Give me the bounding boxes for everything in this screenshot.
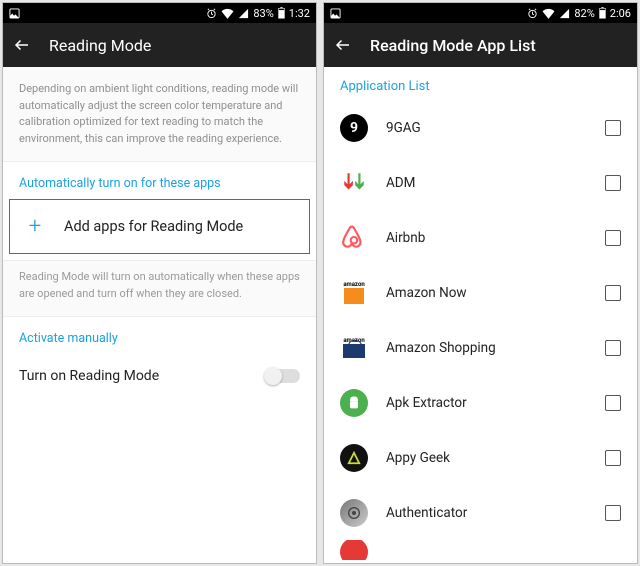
battery-text: 83% [253, 7, 273, 20]
clock-text: 2:06 [610, 7, 631, 20]
app-icon-amazon-now: amazon [340, 279, 368, 307]
app-icon-9gag: 9 [340, 114, 368, 142]
back-icon[interactable] [334, 36, 352, 54]
toggle-switch[interactable] [266, 369, 300, 383]
wifi-icon [221, 8, 234, 19]
app-icon-partial [340, 540, 368, 560]
add-apps-row[interactable]: + Add apps for Reading Mode [9, 199, 310, 254]
app-checkbox[interactable] [605, 120, 621, 136]
battery-icon [599, 7, 606, 19]
auto-sub-description: Reading Mode will turn on automatically … [3, 260, 316, 317]
reading-mode-description: Depending on ambient light conditions, r… [3, 67, 316, 162]
app-label: Airbnb [386, 230, 587, 246]
app-bar: Reading Mode [3, 23, 316, 67]
battery-icon [278, 7, 285, 19]
phone-left: 83% 1:32 Reading Mode Depending on ambie… [2, 2, 317, 564]
app-checkbox[interactable] [605, 450, 621, 466]
signal-icon [559, 8, 570, 19]
page-title: Reading Mode App List [370, 36, 536, 55]
content: Depending on ambient light conditions, r… [3, 67, 316, 563]
auto-section-label: Automatically turn on for these apps [3, 162, 316, 199]
app-icon-airbnb [340, 224, 368, 252]
app-checkbox[interactable] [605, 285, 621, 301]
add-apps-label: Add apps for Reading Mode [64, 218, 243, 235]
wifi-icon [542, 8, 555, 19]
content: Application List 9 9GAG ADM Airbnb amazo… [324, 67, 637, 563]
alarm-icon [527, 8, 538, 19]
app-icon-amazon-shopping: amazon [340, 334, 368, 362]
app-checkbox[interactable] [605, 175, 621, 191]
app-checkbox[interactable] [605, 395, 621, 411]
app-checkbox[interactable] [605, 230, 621, 246]
app-row-partial[interactable] [324, 540, 637, 560]
app-label: Amazon Now [386, 285, 587, 301]
picture-icon [330, 8, 341, 19]
reading-mode-toggle-label: Turn on Reading Mode [19, 368, 159, 384]
app-icon-adm [340, 169, 368, 197]
picture-icon [9, 8, 20, 19]
app-row-amazon-shopping[interactable]: amazon Amazon Shopping [324, 320, 637, 375]
app-label: ADM [386, 175, 587, 191]
app-row-airbnb[interactable]: Airbnb [324, 210, 637, 265]
app-label: 9GAG [386, 120, 587, 136]
app-label: Appy Geek [386, 450, 587, 466]
battery-text: 82% [574, 7, 594, 20]
app-checkbox[interactable] [605, 505, 621, 521]
plus-icon: + [26, 214, 44, 239]
app-label: Authenticator [386, 505, 587, 521]
app-label: Amazon Shopping [386, 340, 587, 356]
status-bar: 82% 2:06 [324, 3, 637, 23]
clock-text: 1:32 [289, 7, 310, 20]
app-icon-authenticator [340, 499, 368, 527]
app-checkbox[interactable] [605, 340, 621, 356]
reading-mode-toggle-row[interactable]: Turn on Reading Mode [3, 354, 316, 398]
application-list-header: Application List [324, 67, 637, 100]
app-icon-apk-extractor [340, 389, 368, 417]
status-bar: 83% 1:32 [3, 3, 316, 23]
app-row-9gag[interactable]: 9 9GAG [324, 100, 637, 155]
back-icon[interactable] [13, 36, 31, 54]
signal-icon [238, 8, 249, 19]
app-row-adm[interactable]: ADM [324, 155, 637, 210]
app-bar: Reading Mode App List [324, 23, 637, 67]
app-row-authenticator[interactable]: Authenticator [324, 485, 637, 540]
app-label: Apk Extractor [386, 395, 587, 411]
alarm-icon [206, 8, 217, 19]
page-title: Reading Mode [49, 36, 151, 55]
activate-section-label: Activate manually [3, 317, 316, 354]
phone-right: 82% 2:06 Reading Mode App List Applicati… [323, 2, 638, 564]
app-row-appy-geek[interactable]: Appy Geek [324, 430, 637, 485]
app-row-apk-extractor[interactable]: Apk Extractor [324, 375, 637, 430]
app-icon-appy-geek [340, 444, 368, 472]
app-row-amazon-now[interactable]: amazon Amazon Now [324, 265, 637, 320]
